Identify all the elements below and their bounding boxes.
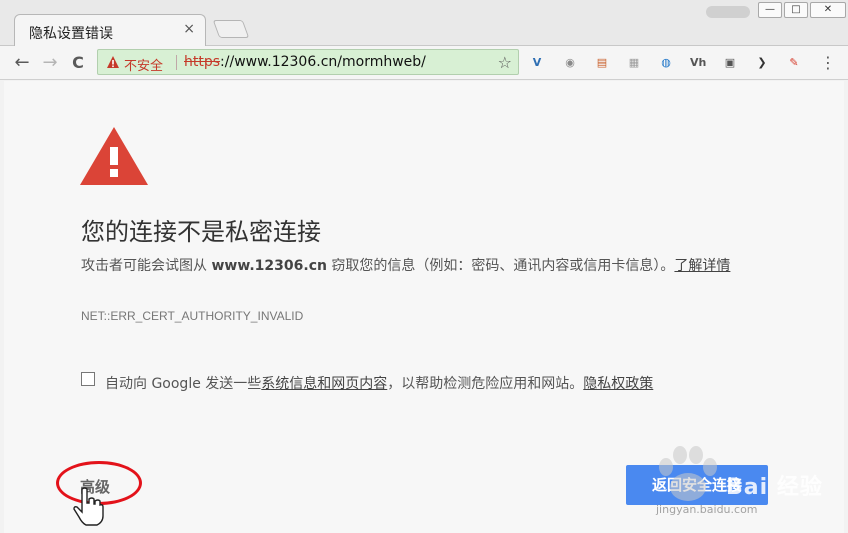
report-checkbox[interactable]: [81, 372, 95, 386]
security-separator: [176, 55, 177, 70]
extension-box-icon[interactable]: ▣: [722, 55, 738, 71]
learn-more-link[interactable]: 了解详情: [674, 258, 730, 274]
extension-page-icon[interactable]: ▦: [626, 55, 642, 71]
not-secure-label[interactable]: 不安全: [124, 55, 163, 74]
extension-globe-icon[interactable]: ◉: [562, 55, 578, 71]
privacy-policy-link[interactable]: 隐私权政策: [583, 376, 653, 392]
window-controls: — □ ✕: [758, 2, 846, 18]
checkbox-middle: ，以帮助检测危险应用和网站。: [387, 376, 584, 392]
desc-prefix: 攻击者可能会试图从: [81, 258, 212, 274]
forward-button[interactable]: →: [39, 53, 61, 73]
warning-triangle-icon: [80, 127, 148, 185]
checkbox-prefix: 自动向 Google 发送一些: [105, 376, 262, 392]
maximize-button[interactable]: □: [784, 2, 808, 18]
warning-icon[interactable]: [106, 55, 120, 69]
system-info-link[interactable]: 系统信息和网页内容: [261, 376, 387, 392]
close-window-button[interactable]: ✕: [810, 2, 846, 18]
title-bar: 隐私设置错误 × — □ ✕: [0, 0, 848, 46]
extension-search-icon[interactable]: ◍: [658, 55, 674, 71]
extension-red-icon[interactable]: ✎: [786, 55, 802, 71]
checkbox-label: 自动向 Google 发送一些系统信息和网页内容，以帮助检测危险应用和网站。隐私…: [105, 373, 653, 393]
page-title: 您的连接不是私密连接: [81, 218, 321, 246]
hand-cursor-icon: [73, 487, 104, 526]
extension-v-icon[interactable]: V: [529, 55, 545, 71]
profile-blur: [706, 6, 750, 18]
reload-button[interactable]: C: [67, 53, 89, 73]
browser-toolbar: ← → C 不安全 https://www.12306.cn/mormhweb/…: [0, 46, 848, 80]
extension-vh-icon[interactable]: Vh: [690, 55, 706, 71]
description: 攻击者可能会试图从 www.12306.cn 窃取您的信息（例如：密码、通讯内容…: [81, 253, 781, 279]
url-scheme: https: [184, 54, 221, 70]
back-button[interactable]: ←: [11, 53, 33, 73]
interstitial-page: 您的连接不是私密连接 攻击者可能会试图从 www.12306.cn 窃取您的信息…: [4, 81, 844, 533]
url-text[interactable]: https://www.12306.cn/mormhweb/: [184, 54, 426, 70]
extension-calendar-icon[interactable]: ▤: [594, 55, 610, 71]
desc-suffix: 窃取您的信息（例如：密码、通讯内容或信用卡信息）。: [326, 258, 675, 274]
extension-arrow-icon[interactable]: ❯: [754, 55, 770, 71]
back-to-safety-button[interactable]: 返回安全连接: [626, 465, 768, 505]
address-bar[interactable]: 不安全 https://www.12306.cn/mormhweb/ ☆: [97, 49, 519, 75]
new-tab-button[interactable]: [212, 20, 250, 38]
tab-close-icon[interactable]: ×: [183, 22, 195, 36]
tab-title: 隐私设置错误: [29, 26, 113, 42]
menu-icon[interactable]: ⋮: [820, 54, 836, 72]
bookmark-star-icon[interactable]: ☆: [498, 53, 512, 72]
desc-host: www.12306.cn: [211, 258, 327, 274]
minimize-button[interactable]: —: [758, 2, 782, 18]
browser-tab[interactable]: 隐私设置错误 ×: [14, 14, 206, 46]
url-rest: ://www.12306.cn/mormhweb/: [220, 54, 426, 70]
error-code: NET::ERR_CERT_AUTHORITY_INVALID: [81, 309, 304, 323]
